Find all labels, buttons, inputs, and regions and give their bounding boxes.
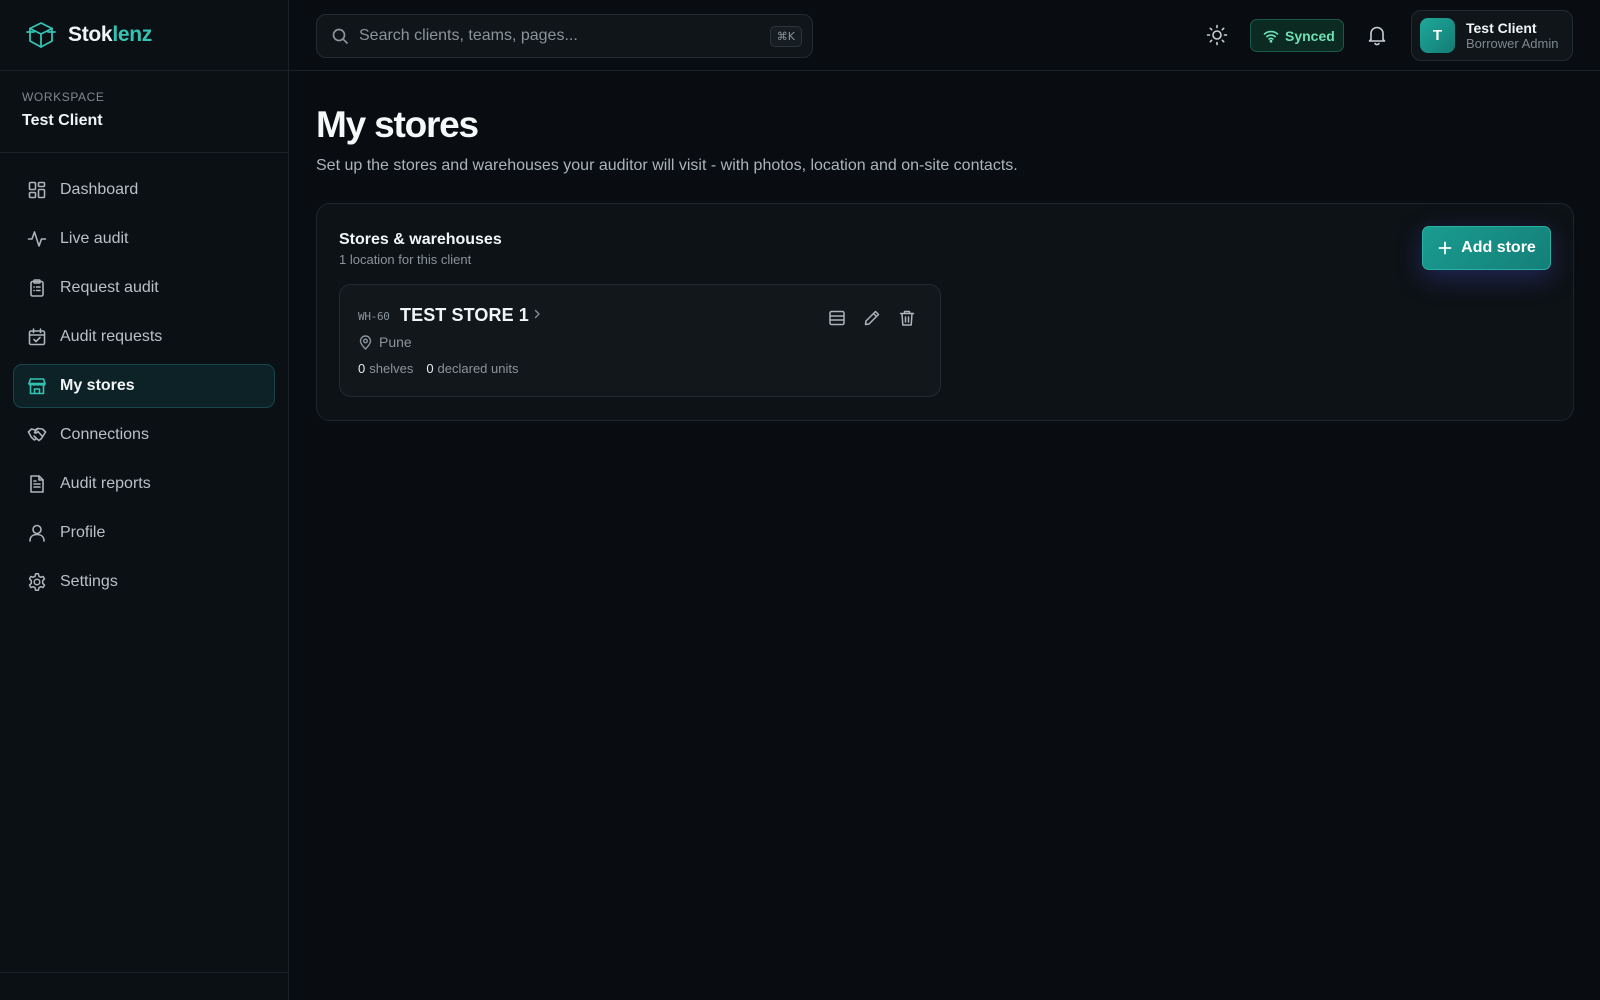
box-logo-icon <box>24 18 58 52</box>
page-title: My stores <box>316 104 479 145</box>
search-input[interactable] <box>359 27 759 45</box>
clipboard-icon <box>27 278 47 298</box>
page-subtitle: Set up the stores and warehouses your au… <box>316 157 1018 174</box>
sidebar-item-request-audit[interactable]: Request audit <box>13 266 275 310</box>
sidebar-footer-divider <box>0 972 288 973</box>
add-store-button[interactable]: Add store <box>1422 226 1551 270</box>
store-name[interactable]: TEST STORE 1 <box>400 305 529 326</box>
shelves-view-button[interactable] <box>827 308 847 328</box>
sidebar-item-my-stores[interactable]: My stores <box>13 364 275 408</box>
stores-panel: Stores & warehouses 1 location for this … <box>316 203 1574 421</box>
topbar: ⌘K Synced T Test Client Borrower Admin <box>289 0 1600 71</box>
units-stat: 0 declared units <box>426 361 518 376</box>
workspace-name: Test Client <box>22 112 103 129</box>
sync-status-badge[interactable]: Synced <box>1250 19 1344 52</box>
brand-name: Stoklenz <box>68 23 152 46</box>
pencil-icon <box>863 309 881 327</box>
search-icon <box>331 27 349 45</box>
bell-icon <box>1366 24 1388 46</box>
table-rows-icon <box>828 309 846 327</box>
notifications-button[interactable] <box>1364 22 1390 48</box>
sidebar-item-label: Audit reports <box>60 475 151 492</box>
handshake-icon <box>27 425 47 445</box>
sidebar-item-label: Live audit <box>60 230 129 247</box>
chevron-right-icon[interactable] <box>530 307 544 321</box>
sidebar-item-audit-reports[interactable]: Audit reports <box>13 462 275 506</box>
store-code: WH-60 <box>358 310 390 323</box>
sidebar-item-label: Profile <box>60 524 106 541</box>
panel-title: Stores & warehouses <box>339 231 502 248</box>
sidebar-nav: Dashboard Live audit Request audit Audit… <box>0 153 288 604</box>
units-label: declared units <box>437 361 519 376</box>
sidebar-item-label: Settings <box>60 573 118 590</box>
shelves-label: shelves <box>369 361 414 376</box>
sidebar: Stoklenz Workspace Test Client Dashboard… <box>0 0 289 1000</box>
sidebar-item-label: Dashboard <box>60 181 139 198</box>
trash-icon <box>898 309 916 327</box>
main-content: My stores Set up the stores and warehous… <box>316 104 1574 421</box>
dashboard-icon <box>27 180 47 200</box>
file-text-icon <box>27 474 47 494</box>
sidebar-item-settings[interactable]: Settings <box>13 560 275 604</box>
sync-status-label: Synced <box>1285 27 1335 44</box>
avatar: T <box>1420 18 1455 53</box>
user-role: Borrower Admin <box>1466 35 1559 51</box>
sidebar-item-profile[interactable]: Profile <box>13 511 275 555</box>
sidebar-item-audit-requests[interactable]: Audit requests <box>13 315 275 359</box>
activity-icon <box>27 229 47 249</box>
workspace-label: Workspace <box>22 90 105 104</box>
sidebar-item-label: Audit requests <box>60 328 163 345</box>
search-box[interactable]: ⌘K <box>316 14 813 58</box>
shelves-count: 0 <box>358 361 366 376</box>
theme-toggle-button[interactable] <box>1204 22 1230 48</box>
delete-store-button[interactable] <box>897 308 917 328</box>
store-location-label: Pune <box>379 334 412 350</box>
brand[interactable]: Stoklenz <box>0 0 288 71</box>
map-pin-icon <box>358 334 373 350</box>
store-stats: 0 shelves 0 declared units <box>358 361 532 376</box>
add-store-label: Add store <box>1461 239 1536 256</box>
sun-icon <box>1206 24 1228 46</box>
sidebar-item-dashboard[interactable]: Dashboard <box>13 168 275 212</box>
store-actions <box>812 308 917 328</box>
panel-subtitle: 1 location for this client <box>339 252 472 267</box>
wifi-icon <box>1263 28 1279 44</box>
sidebar-item-live-audit[interactable]: Live audit <box>13 217 275 261</box>
plus-icon <box>1437 240 1453 256</box>
gear-icon <box>27 572 47 592</box>
user-name: Test Client <box>1466 19 1537 36</box>
sidebar-item-label: My stores <box>60 377 135 394</box>
user-icon <box>27 523 47 543</box>
store-card[interactable]: WH-60 TEST STORE 1 Pune 0 shelves 0 declar… <box>339 284 941 397</box>
store-icon <box>27 376 47 396</box>
store-location: Pune <box>358 334 412 350</box>
sidebar-item-connections[interactable]: Connections <box>13 413 275 457</box>
search-shortcut: ⌘K <box>769 26 802 47</box>
edit-store-button[interactable] <box>862 308 882 328</box>
user-info: Test Client Borrower Admin <box>1466 21 1558 50</box>
units-count: 0 <box>426 361 434 376</box>
shelves-stat: 0 shelves <box>358 361 413 376</box>
workspace-switcher[interactable]: Workspace Test Client <box>0 71 288 153</box>
user-menu[interactable]: T Test Client Borrower Admin <box>1411 10 1573 61</box>
sidebar-item-label: Request audit <box>60 279 159 296</box>
calendar-check-icon <box>27 327 47 347</box>
sidebar-item-label: Connections <box>60 426 149 443</box>
